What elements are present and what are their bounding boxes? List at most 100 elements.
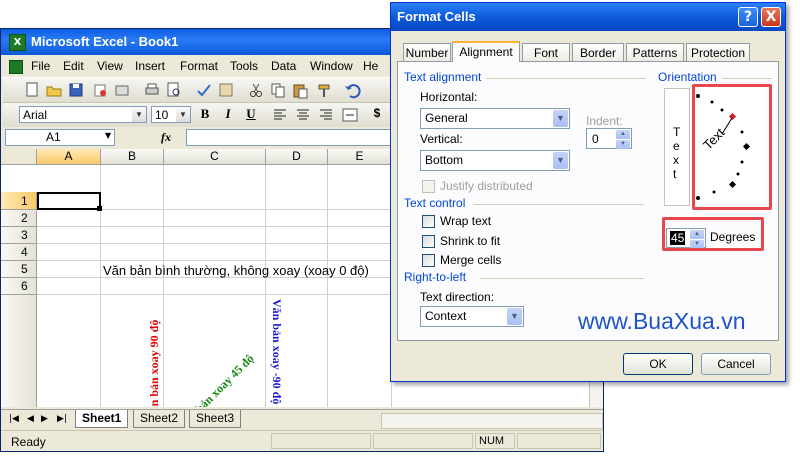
indent-up-icon[interactable]: ▲ bbox=[616, 130, 630, 139]
merge-center-icon[interactable] bbox=[341, 106, 359, 124]
format-painter-icon[interactable] bbox=[315, 81, 333, 99]
font-size-dropdown-icon[interactable]: ▼ bbox=[176, 107, 190, 122]
menu-window[interactable]: Window bbox=[310, 59, 353, 73]
currency-button[interactable]: $ bbox=[367, 106, 387, 124]
bold-button[interactable]: B bbox=[195, 106, 215, 124]
text-direction-select[interactable]: Context ▼ bbox=[420, 306, 524, 327]
font-size-select[interactable]: 10 ▼ bbox=[151, 106, 191, 123]
dialog-title-bar[interactable]: Format Cells ? X bbox=[391, 3, 785, 31]
align-right-icon[interactable] bbox=[317, 106, 335, 124]
row-header-7[interactable]: 7 bbox=[1, 295, 37, 407]
select-all-corner[interactable] bbox=[1, 149, 37, 165]
font-name-select[interactable]: Arial ▼ bbox=[19, 106, 147, 123]
tab-border[interactable]: Border bbox=[572, 43, 624, 61]
indent-down-icon[interactable]: ▼ bbox=[616, 140, 630, 149]
save-icon[interactable] bbox=[67, 81, 85, 99]
vertical-dropdown-icon[interactable]: ▼ bbox=[553, 152, 568, 169]
row-header-6[interactable]: 6 bbox=[1, 278, 37, 295]
degrees-highlight bbox=[662, 217, 764, 251]
row-header-3[interactable]: 3 bbox=[1, 227, 37, 244]
justify-distributed-checkbox[interactable] bbox=[422, 180, 435, 193]
vertical-select[interactable]: Bottom ▼ bbox=[420, 150, 570, 171]
justify-distributed-label: Justify distributed bbox=[440, 179, 533, 193]
menu-help[interactable]: He bbox=[363, 59, 378, 73]
first-sheet-icon[interactable]: |◀ bbox=[9, 414, 19, 424]
print-preview-icon[interactable] bbox=[165, 81, 183, 99]
help-button[interactable]: ? bbox=[738, 7, 758, 27]
sheet-tab-1[interactable]: Sheet1 bbox=[75, 410, 129, 428]
permission-icon[interactable] bbox=[91, 81, 109, 99]
menu-view[interactable]: View bbox=[97, 59, 123, 73]
column-header-c[interactable]: C bbox=[164, 149, 266, 165]
indent-spinner[interactable]: 0 ▲ ▼ bbox=[586, 128, 632, 149]
horizontal-select[interactable]: General ▼ bbox=[420, 108, 570, 129]
column-header-b[interactable]: B bbox=[101, 149, 164, 165]
active-cell-a1[interactable] bbox=[37, 192, 101, 210]
column-header-a[interactable]: A bbox=[37, 149, 101, 165]
horizontal-scrollbar[interactable] bbox=[381, 413, 603, 429]
menu-format[interactable]: Format bbox=[180, 59, 218, 73]
menu-data[interactable]: Data bbox=[271, 59, 296, 73]
shrink-to-fit-checkbox[interactable] bbox=[422, 235, 435, 248]
sheet-tab-3[interactable]: Sheet3 bbox=[189, 410, 242, 428]
text-direction-dropdown-icon[interactable]: ▼ bbox=[507, 308, 522, 325]
sheet-tab-2[interactable]: Sheet2 bbox=[133, 410, 186, 428]
row-header-5[interactable]: 5 bbox=[1, 261, 37, 278]
last-sheet-icon[interactable]: ▶| bbox=[57, 414, 67, 424]
horizontal-label: Horizontal: bbox=[420, 90, 478, 104]
name-box[interactable]: A1 bbox=[5, 129, 115, 146]
cut-icon[interactable] bbox=[247, 81, 265, 99]
vertical-text-button[interactable]: T e x t bbox=[664, 88, 690, 206]
column-header-e[interactable]: E bbox=[328, 149, 392, 165]
next-sheet-icon[interactable]: ▶ bbox=[41, 414, 48, 424]
status-pane-2 bbox=[373, 433, 473, 449]
cancel-button[interactable]: Cancel bbox=[701, 353, 771, 375]
align-center-icon[interactable] bbox=[294, 106, 312, 124]
tab-alignment[interactable]: Alignment bbox=[452, 41, 520, 62]
column-header-d[interactable]: D bbox=[266, 149, 328, 165]
prev-sheet-icon[interactable]: ◀ bbox=[27, 414, 34, 424]
merge-cells-checkbox[interactable] bbox=[422, 254, 435, 267]
workbook-icon[interactable] bbox=[9, 60, 23, 74]
status-text: Ready bbox=[11, 435, 46, 449]
tab-protection[interactable]: Protection bbox=[686, 43, 750, 61]
merge-cells-label: Merge cells bbox=[440, 253, 502, 267]
row-header-2[interactable]: 2 bbox=[1, 210, 37, 227]
spelling-icon[interactable] bbox=[195, 81, 213, 99]
copy-icon[interactable] bbox=[269, 81, 287, 99]
underline-button[interactable]: U bbox=[241, 106, 261, 124]
vertical-value: Bottom bbox=[425, 153, 464, 167]
insert-function-icon[interactable]: fx bbox=[161, 130, 171, 145]
name-box-dropdown-icon[interactable]: ▼ bbox=[105, 131, 111, 140]
status-pane-1 bbox=[271, 433, 371, 449]
new-icon[interactable] bbox=[23, 81, 41, 99]
menu-file[interactable]: File bbox=[31, 59, 50, 73]
menu-insert[interactable]: Insert bbox=[135, 59, 165, 73]
ok-button[interactable]: OK bbox=[623, 353, 693, 375]
cell-b5[interactable]: Văn bản bình thường, không xoay (xoay 0 … bbox=[103, 263, 369, 278]
horizontal-dropdown-icon[interactable]: ▼ bbox=[553, 110, 568, 127]
excel-window-title: Microsoft Excel - Book1 bbox=[31, 34, 179, 49]
cell-c7-rotated-45[interactable]: Văn bản xoay 45 độ bbox=[175, 351, 257, 407]
fill-handle[interactable] bbox=[97, 206, 102, 211]
paste-icon[interactable] bbox=[291, 81, 309, 99]
font-name-dropdown-icon[interactable]: ▼ bbox=[132, 107, 146, 122]
align-left-icon[interactable] bbox=[271, 106, 289, 124]
tab-font[interactable]: Font bbox=[522, 43, 570, 61]
wrap-text-checkbox[interactable] bbox=[422, 215, 435, 228]
cell-d7-rotated-minus-90[interactable]: Văn bản xoay -90 độ bbox=[269, 299, 284, 404]
row-header-1[interactable]: 1 bbox=[1, 192, 37, 210]
italic-button[interactable]: I bbox=[218, 106, 238, 124]
close-button[interactable]: X bbox=[761, 7, 781, 27]
research-icon[interactable] bbox=[217, 81, 235, 99]
menu-tools[interactable]: Tools bbox=[230, 59, 258, 73]
tab-patterns[interactable]: Patterns bbox=[626, 43, 684, 61]
tab-number[interactable]: Number bbox=[403, 43, 451, 61]
print-icon[interactable] bbox=[143, 81, 161, 99]
row-header-4[interactable]: 4 bbox=[1, 244, 37, 261]
open-icon[interactable] bbox=[45, 81, 63, 99]
cell-b7-rotated-90[interactable]: Văn bản xoay 90 độ bbox=[147, 320, 162, 407]
email-icon[interactable] bbox=[113, 81, 131, 99]
undo-icon[interactable] bbox=[343, 81, 361, 99]
menu-edit[interactable]: Edit bbox=[63, 59, 84, 73]
